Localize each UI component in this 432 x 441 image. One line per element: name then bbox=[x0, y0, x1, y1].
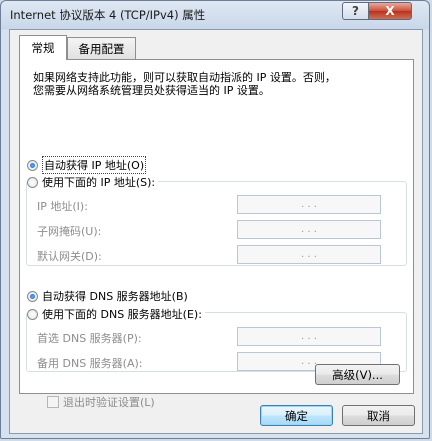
help-button[interactable]: ? bbox=[342, 2, 369, 20]
description-text: 如果网络支持此功能，则可以获取自动指派的 IP 设置。否则， 您需要从网络系统管… bbox=[33, 71, 403, 97]
radio-manual-dns[interactable]: 使用下面的 DNS 服务器地址(E): bbox=[27, 306, 205, 322]
dialog-client-area: 常规 备用配置 如果网络支持此功能，则可以获取自动指派的 IP 设置。否则， 您… bbox=[9, 29, 423, 434]
preferred-dns-label: 首选 DNS 服务器(P): bbox=[37, 332, 142, 345]
default-gateway-value: . . . bbox=[301, 249, 317, 260]
radio-indicator-manual-dns bbox=[27, 308, 38, 320]
radio-indicator-manual-ip bbox=[27, 176, 38, 188]
radio-label-manual-ip: 使用下面的 IP 地址(S): bbox=[42, 176, 156, 189]
radio-auto-ip[interactable]: 自动获得 IP 地址(O) bbox=[27, 156, 147, 174]
radio-label-manual-dns: 使用下面的 DNS 服务器地址(E): bbox=[42, 308, 202, 321]
description-line-1: 如果网络支持此功能，则可以获取自动指派的 IP 设置。否则， bbox=[33, 71, 336, 84]
radio-label-auto-ip: 自动获得 IP 地址(O) bbox=[42, 156, 147, 174]
tab-general[interactable]: 常规 bbox=[19, 35, 67, 60]
default-gateway-label: 默认网关(D): bbox=[37, 250, 102, 263]
radio-label-auto-dns: 自动获得 DNS 服务器地址(B) bbox=[42, 290, 188, 303]
validate-settings-checkbox[interactable]: 退出时验证设置(L) bbox=[47, 394, 155, 410]
subnet-mask-value: . . . bbox=[301, 224, 317, 235]
cancel-button[interactable]: 取消 bbox=[342, 405, 415, 426]
preferred-dns-value: . . . bbox=[301, 331, 317, 342]
ip-address-value: . . . bbox=[301, 199, 317, 210]
title-bar[interactable]: Internet 协议版本 4 (TCP/IPv4) 属性 ? X bbox=[1, 1, 429, 28]
default-gateway-field[interactable]: . . . bbox=[237, 245, 381, 264]
ip-address-field[interactable]: . . . bbox=[237, 195, 381, 214]
close-icon: X bbox=[385, 4, 395, 18]
radio-manual-ip[interactable]: 使用下面的 IP 地址(S): bbox=[27, 174, 159, 190]
radio-auto-dns[interactable]: 自动获得 DNS 服务器地址(B) bbox=[27, 288, 188, 304]
window-title: Internet 协议版本 4 (TCP/IPv4) 属性 bbox=[10, 8, 206, 22]
advanced-button[interactable]: 高级(V)... bbox=[315, 364, 400, 385]
general-tab-panel: 如果网络支持此功能，则可以获取自动指派的 IP 设置。否则， 您需要从网络系统管… bbox=[19, 59, 414, 409]
validate-settings-label: 退出时验证设置(L) bbox=[63, 396, 155, 409]
alternate-dns-label: 备用 DNS 服务器(A): bbox=[37, 357, 143, 370]
tab-alternate-configuration[interactable]: 备用配置 bbox=[67, 37, 136, 59]
close-button[interactable]: X bbox=[368, 2, 412, 20]
radio-indicator-auto-ip bbox=[27, 159, 38, 171]
help-icon: ? bbox=[352, 4, 359, 18]
validate-settings-checkbox-box bbox=[47, 396, 59, 408]
description-line-2: 您需要从网络系统管理员处获得适当的 IP 设置。 bbox=[33, 84, 270, 97]
ok-button[interactable]: 确定 bbox=[260, 405, 333, 426]
preferred-dns-field[interactable]: . . . bbox=[237, 327, 381, 346]
subnet-mask-label: 子网掩码(U): bbox=[37, 225, 102, 238]
dialog-window: Internet 协议版本 4 (TCP/IPv4) 属性 ? X 常规 备用配… bbox=[0, 0, 430, 439]
subnet-mask-field[interactable]: . . . bbox=[237, 220, 381, 239]
ip-address-label: IP 地址(I): bbox=[37, 200, 88, 213]
radio-indicator-auto-dns bbox=[27, 290, 38, 302]
